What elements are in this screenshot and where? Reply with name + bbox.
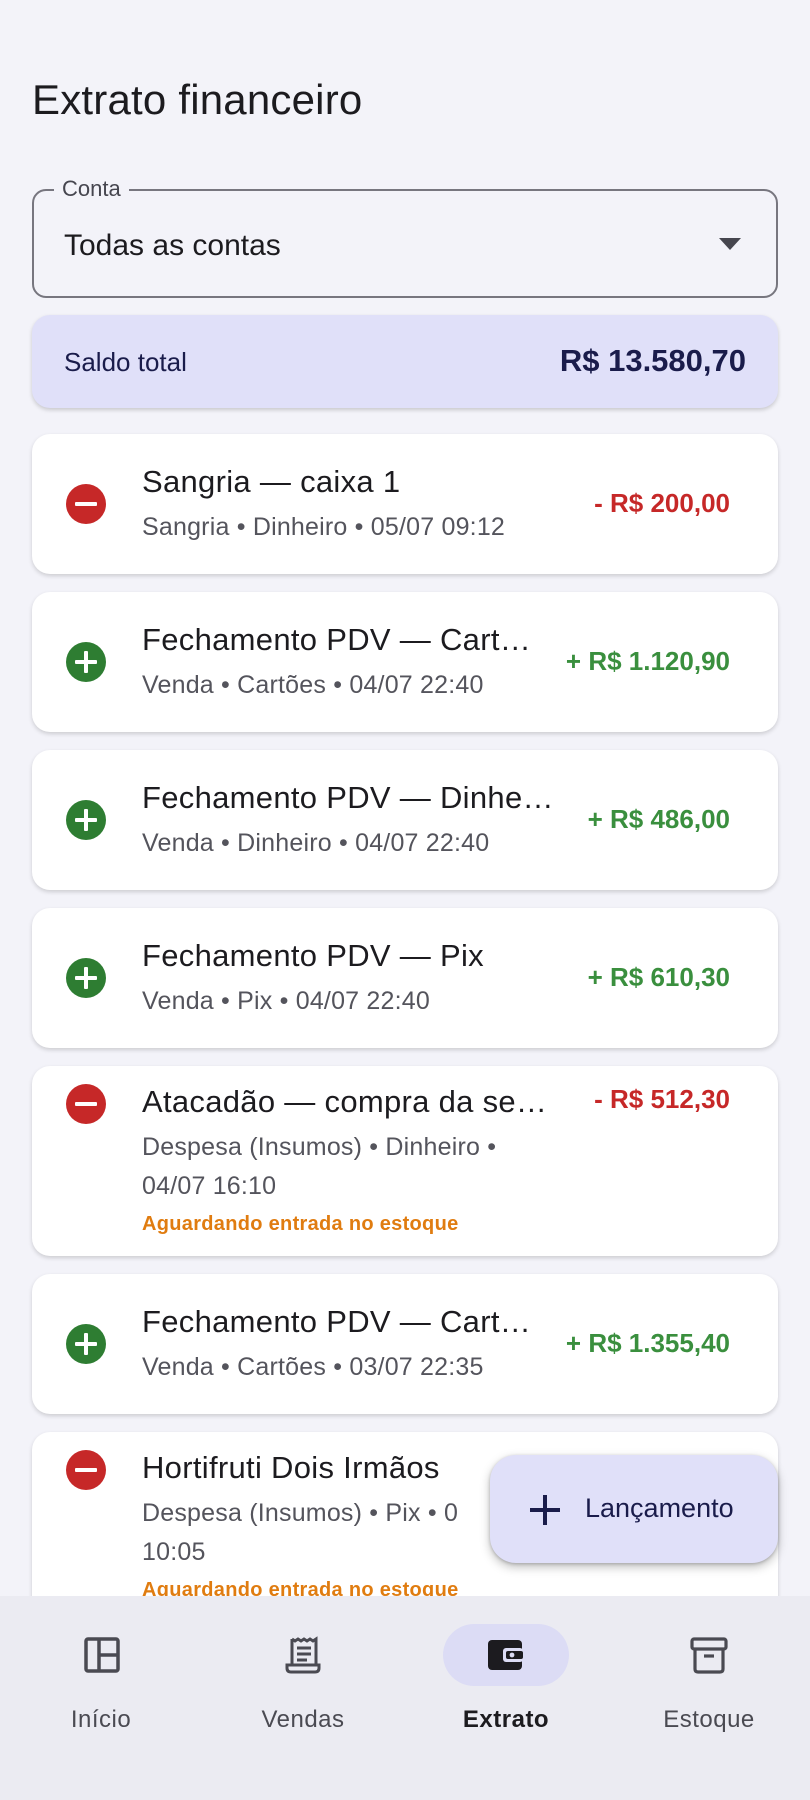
add-entry-label: Lançamento — [585, 1493, 734, 1523]
nav-item-inicio[interactable]: Início — [3, 1624, 183, 1754]
scroll-area[interactable]: Extrato financeiro Conta Todas as contas… — [0, 0, 810, 1596]
nav-item-estoque[interactable]: Estoque — [611, 1624, 791, 1754]
nav-label: Vendas — [261, 1706, 345, 1733]
transaction-subtitle: Venda • Pix • 04/07 22:40 — [142, 987, 430, 1015]
archive-box-icon — [690, 1637, 728, 1674]
transaction-card[interactable]: Sangria — caixa 1 Sangria • Dinheiro • 0… — [32, 434, 778, 574]
transaction-amount: + R$ 1.355,40 — [565, 1328, 730, 1358]
transaction-title: Sangria — caixa 1 — [142, 464, 401, 499]
remove-circle-icon — [66, 484, 106, 524]
account-dropdown[interactable]: Conta Todas as contas — [32, 176, 778, 298]
transaction-subtitle-line2: 04/07 16:10 — [142, 1172, 277, 1200]
transaction-subtitle: Despesa (Insumos) • Dinheiro • — [142, 1133, 497, 1161]
transaction-card[interactable]: Fechamento PDV — Dinhe… Venda • Dinheiro… — [32, 750, 778, 890]
add-entry-button[interactable]: Lançamento — [490, 1455, 778, 1563]
remove-circle-icon — [66, 1450, 106, 1490]
transaction-subtitle: Sangria • Dinheiro • 05/07 09:12 — [142, 513, 506, 541]
transaction-card[interactable]: Fechamento PDV — Pix Venda • Pix • 04/07… — [32, 908, 778, 1048]
screen: Extrato financeiro Conta Todas as contas… — [0, 0, 810, 1800]
add-circle-icon — [66, 800, 106, 840]
balance-value: R$ 13.580,70 — [559, 343, 746, 378]
transaction-amount: + R$ 610,30 — [587, 962, 730, 992]
dropdown-arrow-icon — [719, 238, 741, 250]
transaction-status: Aguardando entrada no estoque — [142, 1579, 459, 1596]
transaction-card[interactable]: Fechamento PDV — Cart… Venda • Cartões •… — [32, 592, 778, 732]
transaction-subtitle: Venda • Cartões • 03/07 22:35 — [142, 1353, 484, 1381]
transaction-amount: + R$ 486,00 — [587, 804, 730, 834]
receipt-icon — [285, 1636, 321, 1674]
transaction-card[interactable]: Fechamento PDV — Cart… Venda • Cartões •… — [32, 1274, 778, 1414]
nav-item-extrato[interactable]: Extrato — [408, 1624, 588, 1754]
transaction-title: Atacadão — compra da se… — [142, 1084, 548, 1119]
transaction-card[interactable]: Atacadão — compra da se… Despesa (Insumo… — [32, 1066, 778, 1256]
transaction-subtitle: Venda • Cartões • 04/07 22:40 — [142, 671, 484, 699]
add-circle-icon — [66, 958, 106, 998]
nav-label: Início — [70, 1706, 132, 1733]
transaction-title: Fechamento PDV — Cart… — [142, 622, 532, 657]
transaction-amount: - R$ 512,30 — [594, 1084, 730, 1114]
balance-card: Saldo total R$ 13.580,70 — [32, 315, 778, 408]
transaction-status: Aguardando entrada no estoque — [142, 1213, 459, 1235]
transaction-amount: - R$ 200,00 — [594, 488, 730, 518]
account-field-label: Conta — [54, 176, 129, 202]
remove-circle-icon — [66, 1084, 106, 1124]
page-title: Extrato financeiro — [32, 76, 363, 123]
wallet-icon — [488, 1640, 523, 1670]
nav-item-vendas[interactable]: Vendas — [205, 1624, 385, 1754]
transaction-title: Fechamento PDV — Pix — [142, 938, 484, 973]
plus-icon — [530, 1495, 560, 1525]
transaction-subtitle: Venda • Dinheiro • 04/07 22:40 — [142, 829, 490, 857]
nav-label: Estoque — [663, 1706, 755, 1733]
bottom-navigation: Início Vendas Extrato Estoque — [0, 1596, 810, 1800]
transaction-amount: + R$ 1.120,90 — [565, 646, 730, 676]
dashboard-icon — [84, 1637, 120, 1673]
add-circle-icon — [66, 1324, 106, 1364]
add-circle-icon — [66, 642, 106, 682]
transaction-title: Fechamento PDV — Dinhe… — [142, 780, 554, 815]
balance-label: Saldo total — [64, 347, 187, 377]
transaction-title: Fechamento PDV — Cart… — [142, 1304, 532, 1339]
nav-label: Extrato — [462, 1706, 550, 1733]
account-selected-value: Todas as contas — [64, 229, 281, 262]
